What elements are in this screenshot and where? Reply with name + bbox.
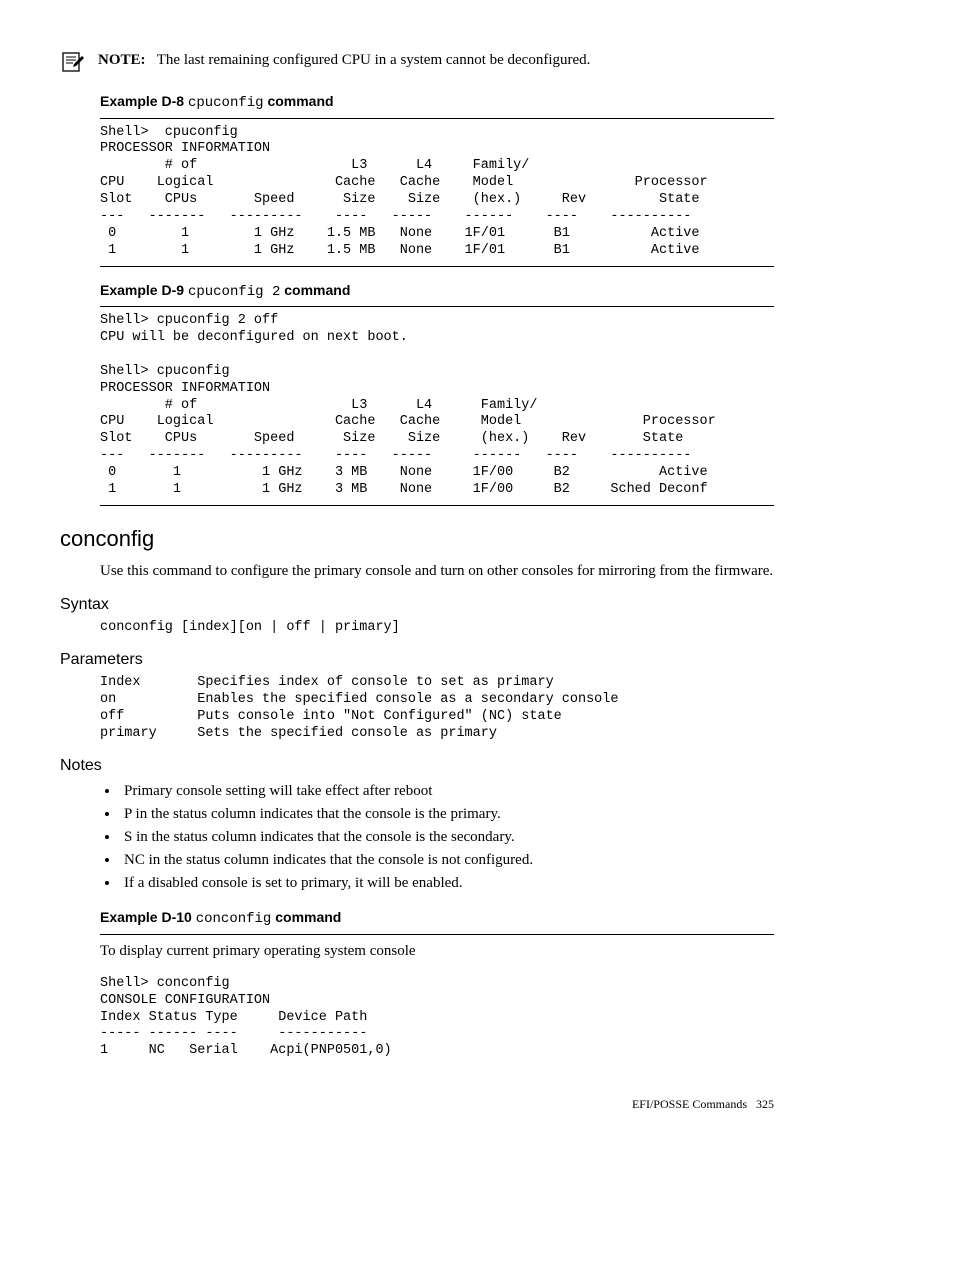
parameters-code: Index Specifies index of console to set … — [100, 675, 774, 743]
note-block: NOTE: The last remaining configured CPU … — [60, 50, 774, 74]
list-item: S in the status column indicates that th… — [120, 827, 774, 848]
notes-list: Primary console setting will take effect… — [120, 781, 774, 894]
rule — [100, 118, 774, 119]
example-d10-heading: Example D-10 conconfig command — [100, 908, 774, 930]
conconfig-title: conconfig — [60, 524, 774, 555]
example-d9-code: Shell> cpuconfig 2 off CPU will be decon… — [100, 313, 774, 499]
syntax-code: conconfig [index][on | off | primary] — [100, 620, 774, 637]
example-d10-code: Shell> conconfig CONSOLE CONFIGURATION I… — [100, 976, 774, 1060]
rule — [100, 266, 774, 267]
list-item: NC in the status column indicates that t… — [120, 850, 774, 871]
list-item: Primary console setting will take effect… — [120, 781, 774, 802]
notes-title: Notes — [60, 755, 774, 777]
rule — [100, 505, 774, 506]
note-icon — [60, 50, 84, 74]
note-text: NOTE: The last remaining configured CPU … — [98, 50, 774, 71]
list-item: P in the status column indicates that th… — [120, 804, 774, 825]
rule — [100, 934, 774, 935]
list-item: If a disabled console is set to primary,… — [120, 873, 774, 894]
page-footer: EFI/POSSE Commands 325 — [60, 1096, 774, 1113]
note-content: The last remaining configured CPU in a s… — [157, 52, 591, 68]
example-d9-heading: Example D-9 cpuconfig 2 command — [100, 281, 774, 303]
syntax-title: Syntax — [60, 594, 774, 616]
parameters-title: Parameters — [60, 649, 774, 671]
example-d8-code: Shell> cpuconfig PROCESSOR INFORMATION #… — [100, 125, 774, 260]
footer-text: EFI/POSSE Commands — [632, 1097, 747, 1111]
conconfig-description: Use this command to configure the primar… — [100, 561, 774, 582]
footer-page: 325 — [756, 1097, 774, 1111]
example-d8-heading: Example D-8 cpuconfig command — [100, 92, 774, 114]
rule — [100, 306, 774, 307]
note-label: NOTE: — [98, 52, 146, 68]
example-d10-intro: To display current primary operating sys… — [100, 941, 774, 962]
